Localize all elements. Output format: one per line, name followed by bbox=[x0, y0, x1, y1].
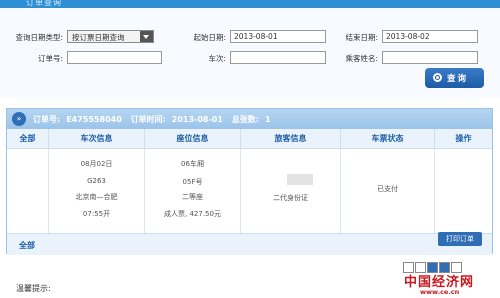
total-count: 1 bbox=[264, 115, 271, 124]
order-number-label: 订单号: bbox=[37, 54, 63, 63]
ticket-status: 已支付 bbox=[377, 185, 398, 193]
col-header-status: 车票状态 bbox=[341, 129, 435, 149]
passenger-name-label: 乘客姓名: bbox=[345, 54, 378, 63]
train-code: G263 bbox=[87, 177, 106, 185]
order-panel: » 订单号: E475558040 订单时间: 2013-08-01 总张数: 1 全… bbox=[6, 108, 493, 255]
departure-time: 07:55开 bbox=[82, 210, 111, 218]
start-date-label: 起始日期: bbox=[193, 33, 226, 42]
seat-class: 二等座 bbox=[182, 193, 203, 201]
train-number-field[interactable] bbox=[230, 51, 326, 64]
search-button-label: 查询 bbox=[447, 74, 469, 84]
order-header: » 订单号: E475558040 订单时间: 2013-08-01 总张数: 1 bbox=[7, 109, 492, 129]
col-header-all[interactable]: 全部 bbox=[7, 129, 49, 149]
travel-date: 08月02日 bbox=[80, 160, 113, 168]
order-number: E475558040 bbox=[66, 115, 122, 124]
order-time-caption: 订单时间: bbox=[130, 115, 166, 124]
end-date-label: 结束日期: bbox=[345, 33, 378, 42]
id-type: 二代身份证 bbox=[273, 194, 308, 202]
total-caption: 总张数: bbox=[231, 115, 259, 124]
status-cell: 已支付 bbox=[341, 149, 435, 233]
col-header-seat: 座位信息 bbox=[145, 129, 241, 149]
action-cell bbox=[435, 149, 492, 233]
train-number-label: 车次: bbox=[208, 54, 226, 63]
route: 北京南—合肥 bbox=[75, 193, 118, 201]
passenger-name-field[interactable] bbox=[382, 51, 478, 64]
col-header-action: 操作 bbox=[435, 129, 492, 149]
train-info-cell: 08月02日 G263 北京南—合肥 07:55开 bbox=[49, 149, 145, 233]
title-bar: 订单查询 bbox=[0, 0, 500, 8]
end-date-field[interactable]: 2013-08-02 bbox=[382, 30, 478, 43]
chevron-down-icon[interactable] bbox=[140, 31, 153, 42]
collapse-chevron-icon[interactable]: » bbox=[12, 112, 26, 126]
row-select-cell[interactable] bbox=[7, 149, 49, 233]
watermark-url: www.ce.cn bbox=[420, 288, 460, 296]
date-type-value: 按订票日期查询 bbox=[72, 33, 125, 42]
col-header-passenger: 旅客信息 bbox=[241, 129, 341, 149]
seat-info-cell: 06车厢 05F号 二等座 成人票, 427.50元 bbox=[145, 149, 241, 233]
order-summary: 订单号: E475558040 订单时间: 2013-08-01 总张数: 1 bbox=[33, 114, 277, 125]
watermark-logo: 中国经济网 www.ce.cn bbox=[400, 262, 500, 298]
seat-number: 05F号 bbox=[182, 178, 203, 186]
print-order-button[interactable]: 打印订单 bbox=[438, 232, 482, 246]
tips-label: 温馨提示: bbox=[16, 284, 51, 293]
passenger-info-cell: 二代身份证 bbox=[241, 149, 341, 233]
car-number: 06车厢 bbox=[181, 160, 204, 168]
order-number-field[interactable] bbox=[67, 51, 162, 64]
date-type-label: 查询日期类型: bbox=[15, 33, 63, 42]
page-title: 订单查询 bbox=[26, 0, 62, 7]
order-time: 2013-08-01 bbox=[171, 115, 223, 124]
passenger-name-redacted bbox=[287, 174, 313, 185]
start-date-field[interactable]: 2013-08-01 bbox=[230, 30, 326, 43]
col-header-train: 车次信息 bbox=[49, 129, 145, 149]
date-type-select[interactable]: 按订票日期查询 bbox=[67, 30, 154, 43]
search-icon bbox=[433, 73, 442, 82]
order-number-caption: 订单号: bbox=[33, 115, 61, 124]
search-button[interactable]: 查询 bbox=[425, 68, 484, 88]
footer-select-all[interactable]: 全部 bbox=[19, 240, 35, 251]
ticket-fare: 成人票, 427.50元 bbox=[164, 210, 221, 218]
order-footer: 全部 bbox=[7, 233, 492, 255]
